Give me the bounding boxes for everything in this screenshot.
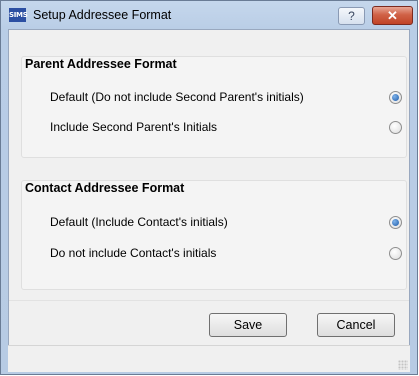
contact-group-title: Contact Addressee Format (25, 181, 185, 195)
contact-option-default-label[interactable]: Default (Include Contact's initials) (50, 215, 228, 229)
cancel-button[interactable]: Cancel (317, 313, 395, 337)
status-bar (8, 345, 410, 372)
resize-grip-icon[interactable] (398, 360, 408, 370)
parent-option-include-label[interactable]: Include Second Parent's Initials (50, 120, 217, 134)
parent-option-default-label[interactable]: Default (Do not include Second Parent's … (50, 90, 304, 104)
help-button[interactable]: ? (338, 7, 365, 25)
contact-option-exclude-label[interactable]: Do not include Contact's initials (50, 246, 216, 260)
close-button[interactable]: ✕ (372, 6, 413, 25)
parent-option-default-radio[interactable] (389, 91, 402, 104)
parent-group-title: Parent Addressee Format (25, 57, 177, 71)
save-button[interactable]: Save (209, 313, 287, 337)
parent-option-include-radio[interactable] (389, 121, 402, 134)
sims-app-icon: SIMS (9, 8, 28, 22)
contact-addressee-format-group: Contact Addressee Format Default (Includ… (21, 180, 407, 290)
separator (9, 300, 409, 301)
contact-option-default-radio[interactable] (389, 216, 402, 229)
contact-option-exclude-radio[interactable] (389, 247, 402, 260)
setup-addressee-format-dialog: SIMS Setup Addressee Format ? ✕ Parent A… (0, 0, 418, 375)
title-bar[interactable]: SIMS Setup Addressee Format ? ✕ (1, 1, 417, 29)
parent-addressee-format-group: Parent Addressee Format Default (Do not … (21, 56, 407, 158)
window-title: Setup Addressee Format (33, 8, 172, 22)
